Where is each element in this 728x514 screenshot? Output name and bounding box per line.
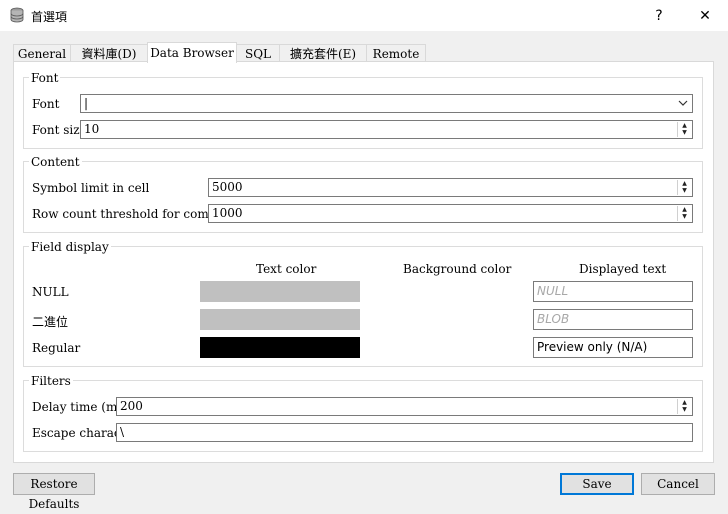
help-button[interactable]: ? — [636, 0, 682, 31]
escape-character-input[interactable]: \ — [116, 423, 693, 442]
escape-character-value: \ — [120, 425, 125, 439]
spin-buttons[interactable]: ▲ ▼ — [677, 122, 691, 137]
tab-database[interactable]: 資料庫(D) — [70, 44, 148, 62]
close-button[interactable]: ✕ — [682, 0, 728, 31]
binary-placeholder: BLOB — [537, 312, 570, 326]
delay-time-spinbox[interactable]: 200 ▲ ▼ — [116, 397, 693, 416]
spin-down-icon[interactable]: ▼ — [678, 129, 691, 136]
field-display-group-title: Field display — [29, 240, 111, 254]
tab-remote[interactable]: Remote — [366, 44, 426, 62]
binary-text-color-swatch[interactable] — [200, 309, 360, 330]
filters-group-title: Filters — [29, 374, 73, 388]
null-placeholder: NULL — [537, 284, 569, 298]
row-count-value: 1000 — [212, 206, 243, 220]
font-value: | — [84, 96, 89, 110]
null-displayed-text-input[interactable]: NULL — [533, 281, 693, 302]
cancel-button[interactable]: Cancel — [641, 473, 715, 495]
row-count-spinbox[interactable]: 1000 ▲ ▼ — [208, 204, 693, 223]
font-size-value: 10 — [84, 122, 100, 136]
null-row-label: NULL — [32, 285, 69, 299]
tab-sql[interactable]: SQL — [236, 44, 280, 62]
binary-displayed-text-input[interactable]: BLOB — [533, 309, 693, 330]
tab-data-browser[interactable]: Data Browser — [147, 42, 237, 63]
binary-row-label: 二進位 — [32, 315, 69, 329]
save-button[interactable]: Save — [560, 473, 634, 495]
regular-text-color-swatch[interactable] — [200, 337, 360, 358]
spin-down-icon[interactable]: ▼ — [678, 187, 691, 194]
content-group-title: Content — [29, 155, 82, 169]
delay-time-value: 200 — [120, 399, 143, 413]
spin-buttons[interactable]: ▲ ▼ — [677, 180, 691, 195]
font-size-spinbox[interactable]: 10 ▲ ▼ — [80, 120, 693, 139]
title-bar: 首選項 ? ✕ — [0, 0, 728, 31]
displayed-text-header: Displayed text — [579, 262, 667, 276]
window-title: 首選項 — [31, 10, 68, 24]
symbol-limit-value: 5000 — [212, 180, 243, 194]
spin-buttons[interactable]: ▲ ▼ — [677, 399, 691, 414]
background-color-header: Background color — [403, 262, 512, 276]
spin-down-icon[interactable]: ▼ — [678, 213, 691, 220]
symbol-limit-label: Symbol limit in cell — [32, 181, 150, 195]
text-color-header: Text color — [256, 262, 317, 276]
null-text-color-swatch[interactable] — [200, 281, 360, 302]
restore-defaults-button[interactable]: Restore Defaults — [13, 473, 95, 511]
tab-general[interactable]: General — [13, 44, 71, 62]
regular-displayed-text-input[interactable]: Preview only (N/A) — [533, 337, 693, 358]
font-group-title: Font — [29, 71, 61, 85]
database-icon — [10, 7, 24, 23]
delay-time-label: Delay time (ms) — [32, 400, 129, 414]
font-size-label: Font size — [32, 123, 87, 137]
spin-buttons[interactable]: ▲ ▼ — [677, 206, 691, 221]
symbol-limit-spinbox[interactable]: 5000 ▲ ▼ — [208, 178, 693, 197]
font-combobox[interactable]: | — [80, 94, 693, 113]
regular-row-label: Regular — [32, 341, 81, 355]
spin-down-icon[interactable]: ▼ — [678, 406, 691, 413]
tab-extensions[interactable]: 擴充套件(E) — [279, 44, 367, 62]
regular-displayed-text-value: Preview only (N/A) — [537, 340, 648, 354]
font-label: Font — [32, 97, 60, 111]
chevron-down-icon[interactable] — [678, 100, 688, 107]
